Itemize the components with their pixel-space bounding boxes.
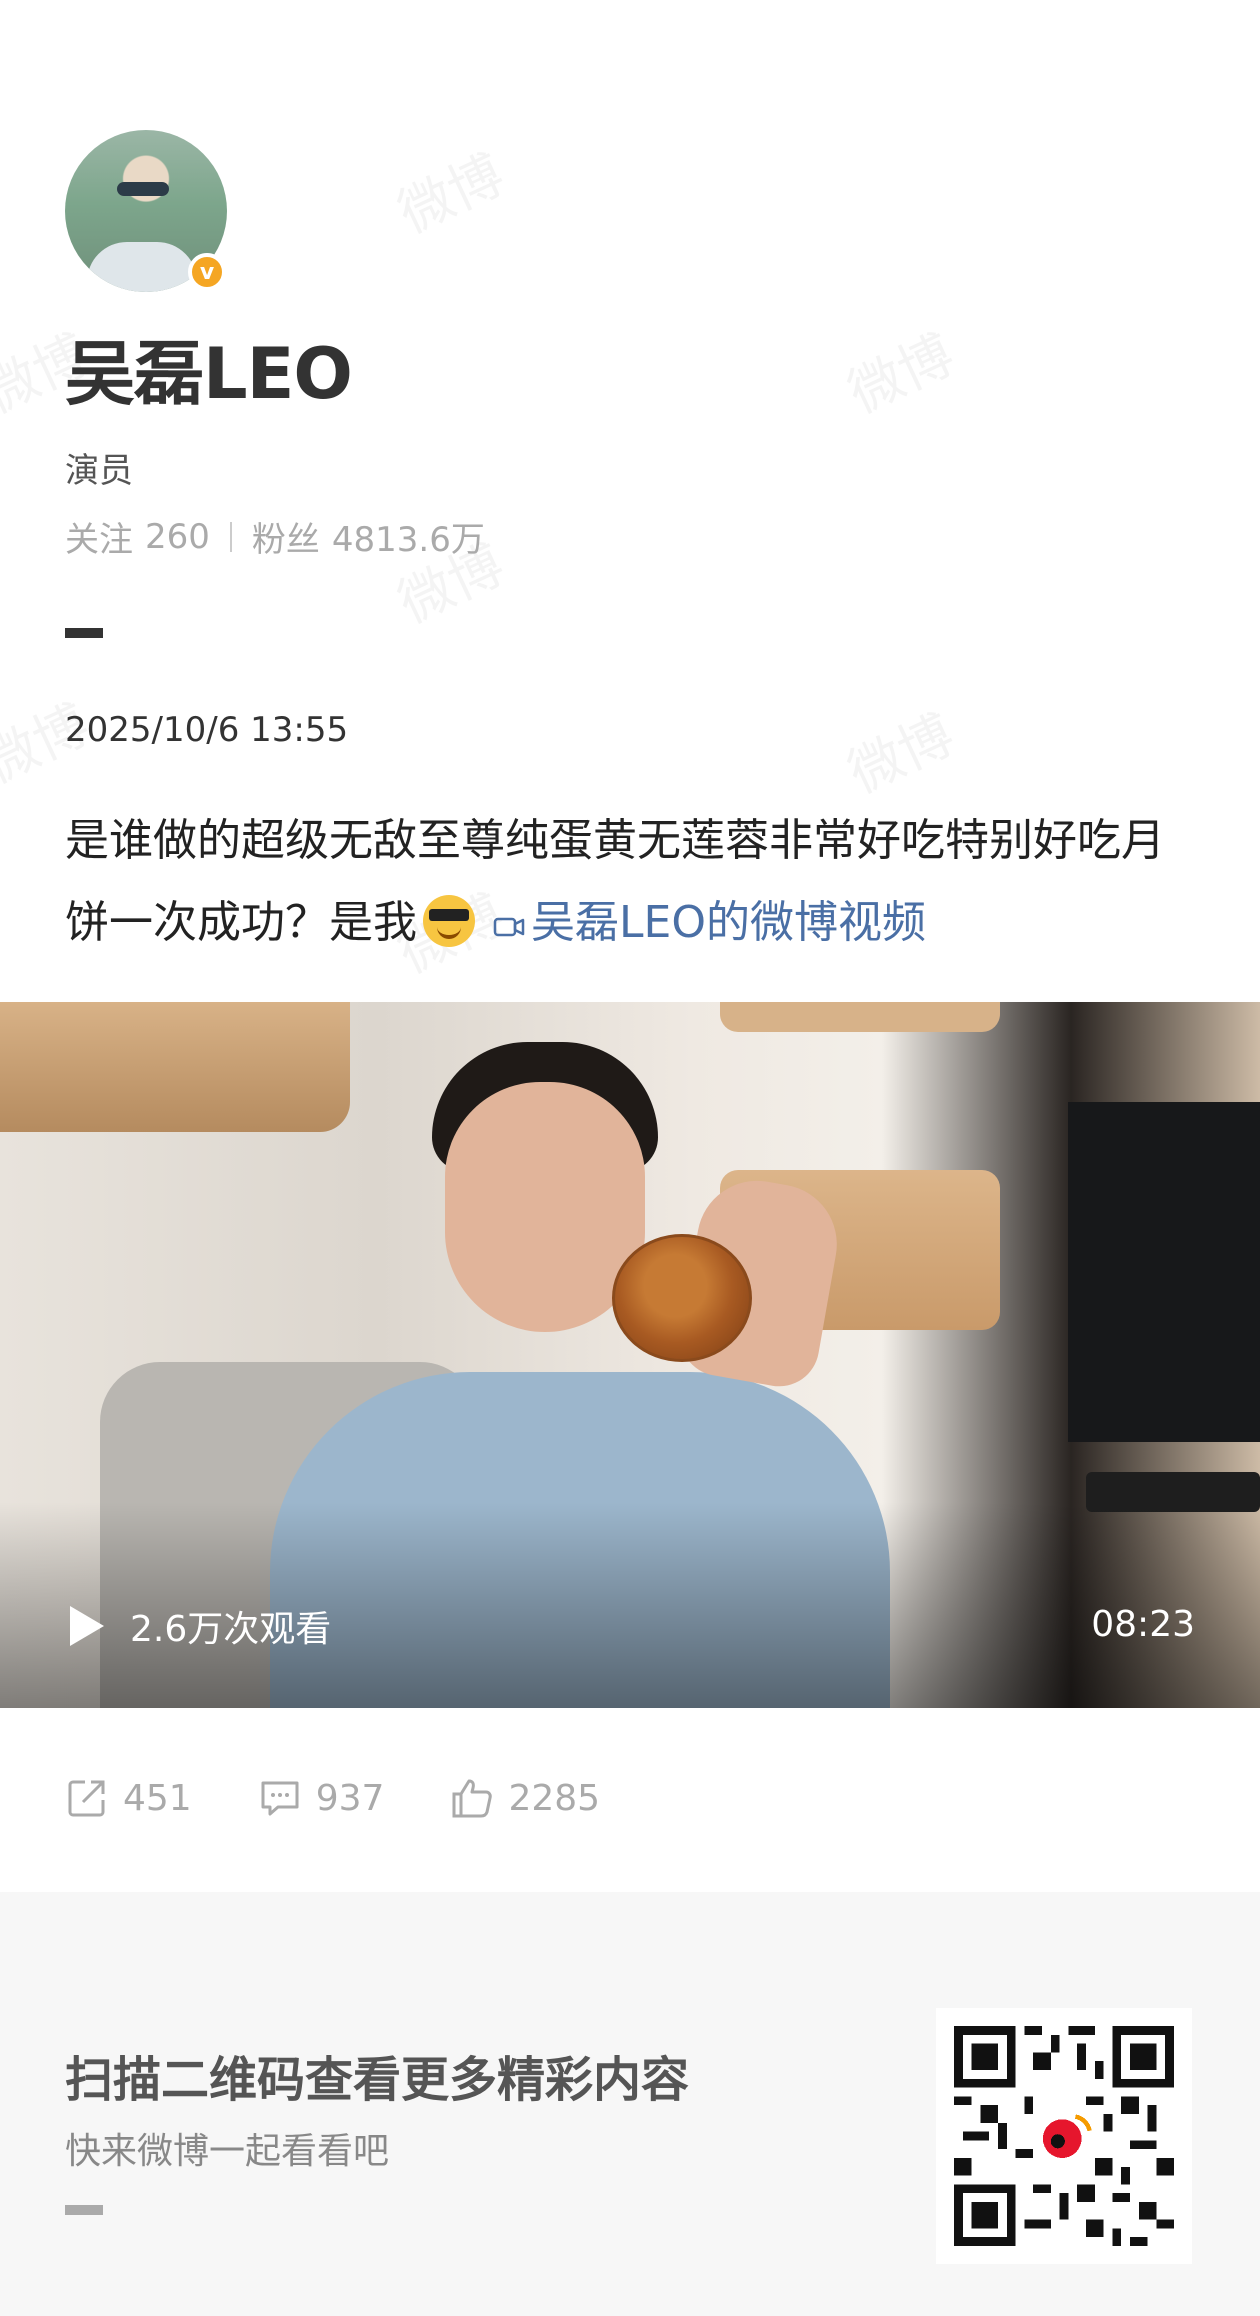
comment-icon bbox=[261, 1781, 299, 1816]
like-button[interactable]: 2285 bbox=[450, 1776, 600, 1820]
watermark: 微博 bbox=[833, 311, 964, 428]
profile-role: 演员 bbox=[65, 451, 133, 491]
footer-subtitle: 快来微博一起看看吧 bbox=[65, 2131, 390, 2172]
following-label[interactable]: 关注 bbox=[65, 512, 133, 561]
action-bar: 451 937 2285 bbox=[65, 1776, 666, 1820]
post-content: 是谁做的超级无敌至尊纯蛋黄无莲蓉非常好吃特别好吃月饼一次成功？是我 吴磊LEO的微… bbox=[65, 800, 1205, 964]
play-button[interactable]: 2.6万次观看 bbox=[70, 1600, 331, 1652]
like-count: 2285 bbox=[508, 1777, 601, 1819]
verified-badge-icon: v bbox=[188, 253, 226, 291]
post-date: 2025/10/6 13:55 bbox=[65, 710, 349, 750]
thumbs-up-icon bbox=[452, 1779, 493, 1818]
comment-count: 937 bbox=[315, 1777, 385, 1819]
comment-button[interactable]: 937 bbox=[258, 1776, 385, 1820]
repost-count: 451 bbox=[123, 1777, 192, 1819]
watermark: 微博 bbox=[383, 131, 514, 248]
video-camera-icon bbox=[493, 917, 525, 937]
video-link[interactable]: 吴磊LEO的微博视频 bbox=[493, 897, 926, 948]
video-duration: 08:23 bbox=[1091, 1604, 1195, 1645]
followers-count[interactable]: 4813.6万 bbox=[332, 512, 485, 561]
qr-code[interactable] bbox=[936, 2008, 1192, 2264]
video-link-label: 吴磊LEO的微博视频 bbox=[531, 897, 926, 948]
profile-stats: 关注 260 粉丝 4813.6万 bbox=[65, 512, 485, 561]
section-divider bbox=[65, 628, 103, 638]
footer-title: 扫描二维码查看更多精彩内容 bbox=[65, 2052, 690, 2108]
following-count[interactable]: 260 bbox=[145, 517, 210, 557]
repost-button[interactable]: 451 bbox=[65, 1776, 192, 1820]
mooncake bbox=[612, 1234, 752, 1362]
play-icon bbox=[70, 1606, 104, 1646]
followers-label[interactable]: 粉丝 bbox=[252, 512, 320, 561]
footer-divider bbox=[65, 2205, 103, 2215]
video-views: 2.6万次观看 bbox=[130, 1609, 332, 1650]
qr-code-icon bbox=[954, 2026, 1174, 2246]
watermark: 微博 bbox=[833, 691, 964, 808]
repost-icon bbox=[68, 1780, 105, 1817]
sunglasses-face-icon bbox=[423, 895, 475, 947]
stats-divider bbox=[229, 521, 232, 552]
profile-name[interactable]: 吴磊LEO bbox=[65, 318, 353, 419]
